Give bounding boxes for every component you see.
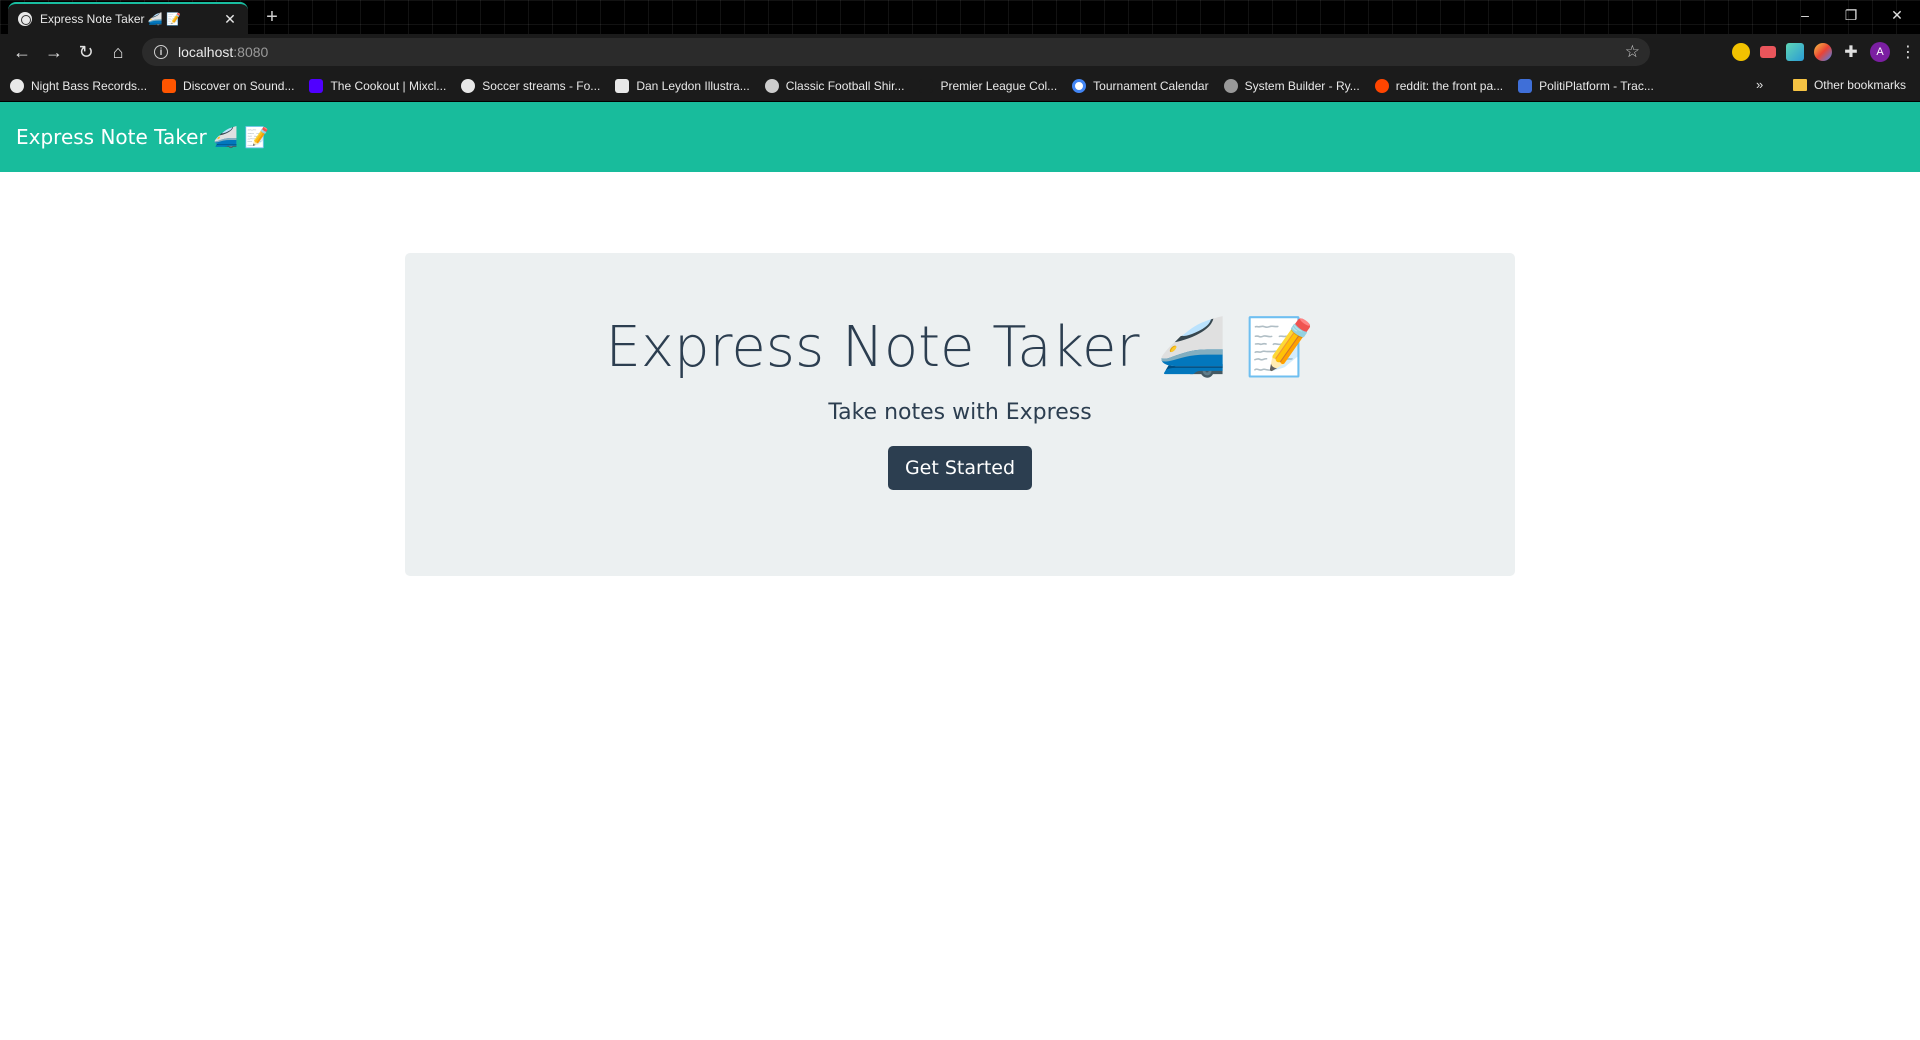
tab-close-icon[interactable]: ✕	[222, 11, 238, 28]
other-bookmarks-label: Other bookmarks	[1813, 78, 1906, 92]
mixcloud-icon	[309, 78, 324, 93]
reload-button[interactable]: ↻	[70, 38, 102, 66]
bookmark-item[interactable]: Soccer streams - Fo...	[461, 78, 601, 93]
avatar[interactable]: A	[1870, 42, 1890, 62]
bookmark-item[interactable]: Night Bass Records...	[10, 78, 148, 93]
info-icon[interactable]: i	[154, 45, 168, 59]
bookmark-label: The Cookout | Mixcl...	[330, 78, 447, 93]
app-navbar: Express Note Taker 🚄 📝	[0, 102, 1920, 172]
tab-strip: Express Note Taker 🚄 📝 ✕ + – ❐ ✕	[0, 0, 1920, 34]
folder-icon	[1792, 79, 1807, 91]
puzzle-icon[interactable]: ✚	[1842, 42, 1860, 62]
google-icon	[1072, 78, 1087, 93]
bookmark-label: Classic Football Shir...	[785, 78, 905, 93]
bookmark-item[interactable]: Dan Leydon Illustra...	[615, 78, 750, 93]
bookmarks-bar: Night Bass Records... Discover on Sound.…	[0, 70, 1920, 102]
globe-icon	[18, 12, 32, 26]
bookmark-label: Premier League Col...	[940, 78, 1058, 93]
bookmark-item[interactable]: Premier League Col...	[919, 78, 1058, 93]
bookmark-label: System Builder - Ry...	[1244, 78, 1360, 93]
url-host: localhost	[178, 44, 234, 60]
url-port: :8080	[233, 44, 269, 60]
menu-icon[interactable]: ⋮	[1900, 42, 1916, 62]
new-tab-button[interactable]: +	[260, 5, 284, 29]
bookmark-label: PolitiPlatform - Trac...	[1539, 78, 1654, 93]
page-title: Express Note Taker 🚄 📝	[605, 315, 1315, 380]
restore-button[interactable]: ❐	[1828, 0, 1874, 30]
other-bookmarks-folder[interactable]: Other bookmarks	[1792, 78, 1906, 92]
bookmark-item[interactable]: reddit: the front pa...	[1374, 78, 1504, 93]
navbar-brand[interactable]: Express Note Taker 🚄 📝	[16, 125, 269, 149]
bookmark-label: Discover on Sound...	[183, 78, 295, 93]
bookmark-label: reddit: the front pa...	[1395, 78, 1504, 93]
bookmark-star-icon[interactable]: ☆	[1625, 42, 1640, 62]
bookmark-label: Soccer streams - Fo...	[482, 78, 601, 93]
site-icon	[615, 78, 630, 93]
bookmark-item[interactable]: Discover on Sound...	[162, 78, 295, 93]
football-icon	[764, 78, 779, 93]
bookmark-item[interactable]: Classic Football Shir...	[764, 78, 905, 93]
forward-button[interactable]: →	[38, 38, 70, 66]
red-arrow-icon[interactable]	[1760, 46, 1776, 58]
bookmark-label: Dan Leydon Illustra...	[636, 78, 750, 93]
bookmark-label: Tournament Calendar	[1093, 78, 1209, 93]
address-bar[interactable]: i localhost:8080 ☆	[142, 38, 1650, 66]
reddit-icon	[1374, 78, 1389, 93]
bookmark-item[interactable]: Tournament Calendar	[1072, 78, 1209, 93]
bookmark-item[interactable]: System Builder - Ry...	[1223, 78, 1360, 93]
yellow-circle-icon[interactable]	[1732, 43, 1750, 61]
hero-subtitle: Take notes with Express	[828, 400, 1092, 425]
browser-toolbar: ← → ↻ ⌂ i localhost:8080 ☆ ✚ A ⋮	[0, 34, 1920, 70]
platform-icon	[1518, 78, 1533, 93]
soundcloud-icon	[162, 78, 177, 93]
window-controls: – ❐ ✕	[1782, 0, 1920, 30]
premier-league-icon	[919, 78, 934, 93]
tab-title: Express Note Taker 🚄 📝	[40, 12, 182, 26]
bookmark-label: Night Bass Records...	[31, 78, 148, 93]
back-button[interactable]: ←	[6, 38, 38, 66]
home-button[interactable]: ⌂	[102, 38, 134, 66]
browser-tab[interactable]: Express Note Taker 🚄 📝 ✕	[8, 2, 248, 34]
bookmarks-overflow-button[interactable]: »	[1756, 77, 1763, 92]
minimize-button[interactable]: –	[1782, 0, 1828, 30]
moon-icon	[10, 78, 24, 93]
hero-jumbotron: Express Note Taker 🚄 📝 Take notes with E…	[405, 253, 1515, 576]
bookmark-item[interactable]: The Cookout | Mixcl...	[309, 78, 447, 93]
pc-part-icon	[1223, 78, 1238, 93]
close-window-button[interactable]: ✕	[1874, 0, 1920, 30]
ball-icon	[461, 78, 476, 93]
color-picker-icon[interactable]	[1814, 43, 1832, 61]
pen-icon[interactable]	[1786, 43, 1804, 61]
bookmark-item[interactable]: PolitiPlatform - Trac...	[1518, 78, 1654, 93]
get-started-button[interactable]: Get Started	[887, 446, 1033, 490]
extensions-area: ✚ A ⋮	[1732, 38, 1916, 66]
